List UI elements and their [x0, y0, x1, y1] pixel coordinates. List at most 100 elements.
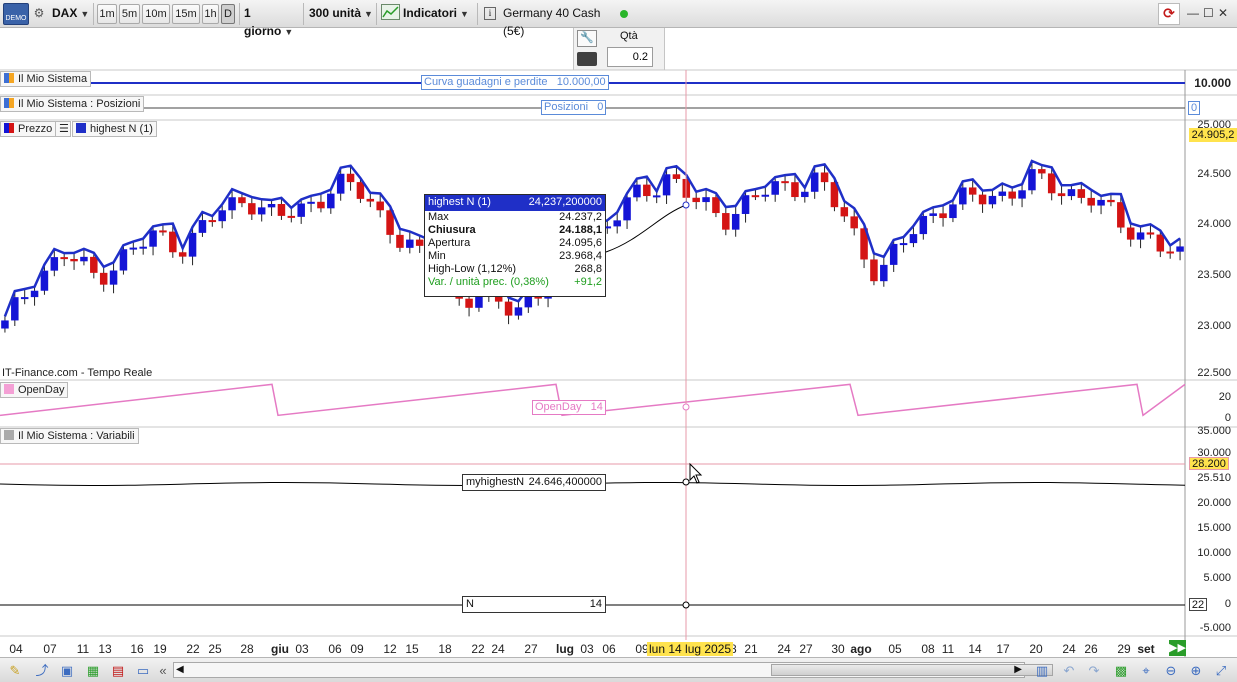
- mouse-cursor-icon: [689, 462, 703, 484]
- price-panel-label[interactable]: Prezzo: [0, 121, 57, 137]
- candle-body: [1008, 191, 1016, 199]
- candle-body: [129, 247, 138, 250]
- variables-axis-tick-label: 0: [1224, 598, 1231, 610]
- candle-body: [376, 201, 384, 211]
- variables-axis-tick-label: -5.000: [1199, 622, 1231, 634]
- openday-axis-tick-label: 0: [1224, 412, 1231, 424]
- candle-body: [741, 195, 750, 214]
- chevron-down-icon: ▼: [80, 9, 90, 19]
- redo-icon[interactable]: ↷: [1085, 662, 1103, 679]
- candle-body: [524, 296, 533, 308]
- candle-body: [692, 197, 700, 203]
- share-icon[interactable]: ⤴: [33, 662, 51, 679]
- date-tick-label: 12: [383, 642, 397, 656]
- candle-body: [1077, 189, 1086, 198]
- maximize-button[interactable]: ☐: [1203, 4, 1215, 24]
- timeframe-button-10m[interactable]: 10m: [142, 4, 170, 24]
- timeframe-button-1h[interactable]: 1h: [202, 4, 219, 24]
- timeframe-button-15m[interactable]: 15m: [172, 4, 200, 24]
- variables-line-marker: 28.200: [1189, 457, 1229, 470]
- crosshair-zoom-icon[interactable]: ⌖: [1137, 662, 1155, 679]
- date-tick-label: 14: [968, 642, 982, 656]
- candle-body: [919, 215, 928, 235]
- period-selector[interactable]: 1 giorno ▼: [244, 4, 302, 38]
- highest-indicator-label[interactable]: highest N (1): [72, 121, 157, 137]
- equity-panel-label[interactable]: Il Mio Sistema: [0, 71, 92, 87]
- scroll-right-arrow-icon[interactable]: ▶: [1014, 663, 1022, 677]
- info-icon[interactable]: i: [484, 7, 496, 20]
- candle-body: [949, 204, 957, 219]
- variables-axis-tick-label: 35.000: [1197, 425, 1231, 437]
- candle-body: [751, 195, 760, 198]
- candle-body: [50, 257, 59, 271]
- candle-body: [643, 184, 651, 197]
- symbol-selector[interactable]: DAX ▼: [52, 4, 92, 24]
- candle-body: [633, 184, 641, 198]
- scroll-left-arrow-icon[interactable]: ◀: [176, 663, 184, 677]
- candle-body: [307, 201, 315, 204]
- candle-body: [465, 298, 473, 308]
- candle-body: [80, 256, 88, 262]
- candle-body: [149, 230, 157, 247]
- candle-body: [909, 234, 918, 244]
- table-icon[interactable]: ▤: [109, 662, 127, 679]
- history-icon[interactable]: ▥: [1033, 662, 1051, 679]
- tooltip-row-3: Apertura 24.095,6: [428, 237, 602, 249]
- positions-panel-label[interactable]: Il Mio Sistema : Posizioni: [0, 96, 145, 112]
- positions-tag: Posizioni 0: [541, 100, 607, 115]
- candle-body: [228, 197, 236, 211]
- variables-axis-tick-label: 5.000: [1203, 572, 1231, 584]
- openday-axis-tick-label: 20: [1218, 391, 1231, 403]
- candle-body: [317, 201, 325, 209]
- date-tick-label: 17: [996, 642, 1010, 656]
- candle-body: [801, 191, 809, 198]
- units-selector[interactable]: 300 unità ▼: [309, 4, 375, 24]
- candle-body: [1166, 251, 1174, 254]
- candle-body: [1126, 227, 1135, 240]
- timeframe-button-D[interactable]: D: [221, 4, 235, 24]
- candle-body: [60, 257, 68, 260]
- date-tick-label: 24: [1062, 642, 1076, 656]
- candle-body: [336, 173, 345, 194]
- date-tick-label: 30: [831, 642, 845, 656]
- candle-body: [652, 195, 661, 198]
- calculator-icon[interactable]: ▦: [84, 662, 102, 679]
- drawing-tool-icon[interactable]: ✎: [6, 662, 24, 679]
- chat-icon[interactable]: ▣: [58, 662, 76, 679]
- candle-icon: [4, 123, 14, 133]
- openday-panel-label[interactable]: OpenDay: [0, 382, 69, 398]
- scrollbar-thumb[interactable]: [771, 664, 1053, 676]
- period-label: 1 giorno: [244, 6, 282, 38]
- positions-axis-value: 0: [1188, 101, 1201, 115]
- close-button[interactable]: ✕: [1218, 4, 1230, 24]
- candle-body: [998, 191, 1007, 196]
- collapse-left-icon[interactable]: «: [154, 662, 172, 679]
- wrench-icon[interactable]: 🔧: [577, 30, 597, 47]
- fit-screen-icon[interactable]: ⤢: [1212, 662, 1230, 679]
- zoom-out-icon[interactable]: ⊖: [1162, 662, 1180, 679]
- candle-body: [99, 272, 108, 285]
- brand-logo-icon[interactable]: ⟳: [1158, 3, 1180, 25]
- date-tick-label: 06: [602, 642, 616, 656]
- qty-input[interactable]: [607, 47, 653, 67]
- timeframe-button-1m[interactable]: 1m: [97, 4, 117, 24]
- screen-icon[interactable]: ▭: [134, 662, 152, 679]
- zoom-in-icon[interactable]: ⊕: [1187, 662, 1205, 679]
- list-icon[interactable]: ☰: [55, 121, 71, 137]
- horizontal-scrollbar[interactable]: ◀ ▶: [173, 662, 1053, 678]
- date-tick-label: 11: [941, 642, 955, 656]
- indicators-button[interactable]: Indicatori ▼: [381, 4, 475, 24]
- date-tick-label: 24: [777, 642, 791, 656]
- chart-settings-icon[interactable]: ▩: [1112, 662, 1130, 679]
- chart-canvas[interactable]: [0, 0, 1237, 682]
- settings-icon[interactable]: ⚙: [32, 4, 46, 24]
- minimize-button[interactable]: —: [1187, 4, 1199, 24]
- candle-body: [30, 290, 39, 298]
- candle-body: [1087, 197, 1095, 206]
- variables-panel-label[interactable]: Il Mio Sistema : Variabili: [0, 428, 139, 444]
- equity-curve-tag: Curva guadagni e perdite 10.000,00: [421, 75, 609, 90]
- keyboard-icon[interactable]: [577, 52, 597, 66]
- timeframe-button-5m[interactable]: 5m: [119, 4, 140, 24]
- undo-icon[interactable]: ↶: [1060, 662, 1078, 679]
- scroll-right-button[interactable]: ▶▶: [1169, 640, 1186, 656]
